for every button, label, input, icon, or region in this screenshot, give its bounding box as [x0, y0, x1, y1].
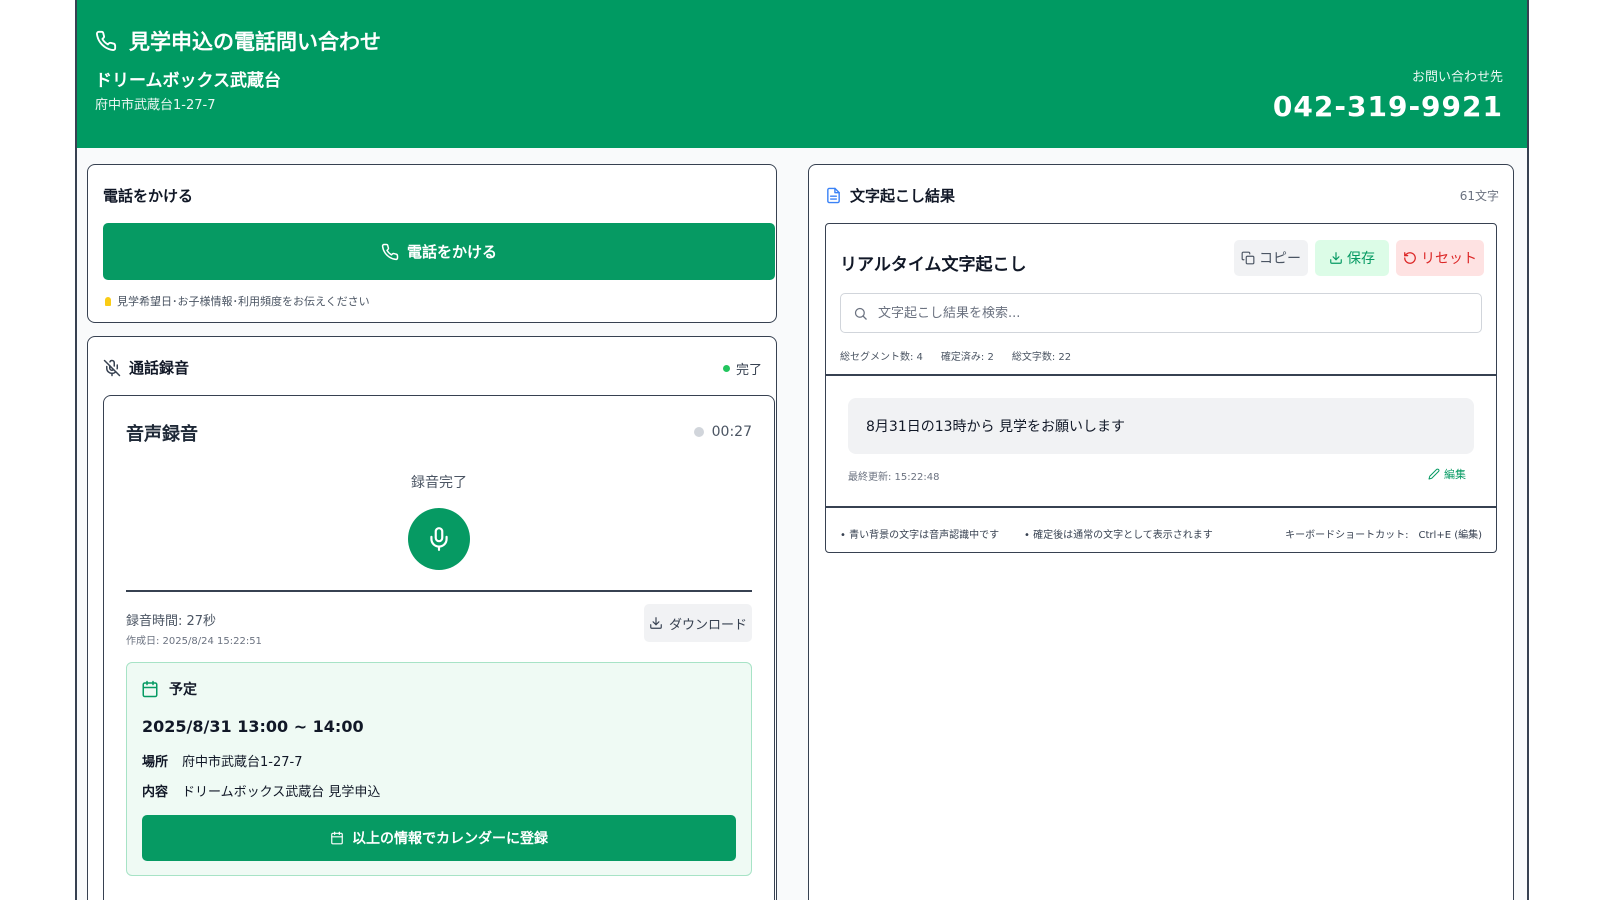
call-button-label: 電話をかける — [406, 243, 497, 261]
recording-duration: 録音時間: 27秒 — [126, 614, 217, 629]
pencil-icon — [1428, 468, 1440, 480]
register-calendar-button[interactable]: 以上の情報でカレンダーに登録 — [142, 815, 736, 861]
schedule-content-value: ドリームボックス武蔵台 見学申込 — [182, 785, 381, 800]
recording-timer-text: 00:27 — [711, 424, 752, 440]
search-icon — [854, 307, 867, 320]
schedule-heading-text: 予定 — [169, 682, 197, 698]
schedule-place-key: 場所 — [142, 755, 169, 770]
reset-button[interactable]: リセット — [1396, 240, 1484, 276]
header-title-row: 見学申込の電話問い合わせ — [95, 26, 381, 56]
download-icon — [650, 617, 662, 629]
recording-divider — [126, 590, 752, 592]
recording-status-text: 完了 — [735, 363, 762, 378]
audio-recording-panel: 音声録音 00:27 録音完了 録音時間: 27秒 作成日: 2025/8/24… — [103, 395, 775, 900]
call-card-title: 電話をかける — [103, 187, 194, 205]
mic-icon — [430, 527, 448, 551]
schedule-content-row: 内容 ドリームボックス武蔵台 見学申込 — [142, 781, 380, 800]
save-label: 保存 — [1347, 251, 1375, 267]
facility-name: ドリームボックス武蔵台 — [95, 71, 281, 91]
edit-label: 編集 — [1444, 468, 1466, 481]
schedule-panel: 予定 2025/8/31 13:00 ~ 14:00 場所 府中市武蔵台1-27… — [126, 662, 752, 876]
contact-phone: 042-319-9921 — [1272, 90, 1503, 123]
download-icon — [1330, 252, 1342, 264]
recording-timer: 00:27 — [693, 424, 752, 440]
search-input[interactable] — [878, 305, 1481, 321]
transcript-divider-top — [826, 374, 1496, 376]
app-frame: 見学申込の電話問い合わせ ドリームボックス武蔵台 府中市武蔵台1-27-7 お問… — [75, 0, 1529, 900]
recording-card-title: 通話録音 — [103, 357, 189, 378]
transcript-divider-bottom — [826, 506, 1496, 508]
copy-label: コピー — [1259, 251, 1301, 267]
schedule-datetime: 2025/8/31 13:00 ~ 14:00 — [142, 717, 364, 736]
realtime-transcript-title: リアルタイム文字起こし — [840, 255, 1027, 275]
download-button[interactable]: ダウンロード — [644, 604, 752, 642]
transcript-card: 文字起こし結果 61文字 リアルタイム文字起こし コピー 保存 リセット 総 — [808, 164, 1514, 900]
segment-edit-button[interactable]: 編集 — [1428, 466, 1466, 482]
copy-icon — [1241, 251, 1255, 265]
header: 見学申込の電話問い合わせ ドリームボックス武蔵台 府中市武蔵台1-27-7 お問… — [77, 0, 1527, 148]
calendar-icon — [142, 680, 158, 698]
recording-status: 完了 — [722, 359, 762, 378]
transcript-stats: 総セグメント数: 4 確定済み: 2 総文字数: 22 — [840, 348, 1071, 363]
phone-icon — [381, 243, 399, 260]
audio-recording-title: 音声録音 — [126, 424, 198, 445]
facility-address: 府中市武蔵台1-27-7 — [95, 98, 216, 113]
recording-created: 作成日: 2025/8/24 15:22:51 — [126, 636, 262, 647]
transcript-title-text: 文字起こし結果 — [850, 187, 956, 205]
schedule-content-key: 内容 — [142, 785, 169, 800]
stat-chars: 総文字数: 22 — [1011, 352, 1072, 363]
calendar-icon — [331, 831, 343, 845]
char-count: 61文字 — [1459, 189, 1499, 203]
schedule-heading: 予定 — [141, 679, 197, 699]
recording-title-text: 通話録音 — [129, 359, 190, 377]
reset-label: リセット — [1421, 251, 1477, 267]
stat-segments: 総セグメント数: 4 — [840, 352, 923, 363]
recording-card: 通話録音 完了 音声録音 00:27 録音完了 録音時間: 27秒 作成日: 2… — [87, 336, 777, 900]
realtime-transcript-panel: リアルタイム文字起こし コピー 保存 リセット 総セグメント数: 4 確定済み:… — [825, 223, 1497, 553]
reset-icon — [1404, 252, 1416, 264]
timer-dot — [693, 427, 704, 437]
segment-text: 8月31日の13時から 見学をお願いします — [866, 419, 1125, 435]
call-card: 電話をかける 電話をかける 見学希望日･お子様情報･利用頻度をお伝えください — [87, 164, 777, 323]
document-icon — [827, 187, 840, 204]
schedule-place-value: 府中市武蔵台1-27-7 — [182, 755, 303, 770]
download-label: ダウンロード — [668, 617, 747, 633]
mic-button[interactable] — [408, 508, 470, 570]
status-dot — [722, 365, 730, 372]
note-recognizing: • 青い背景の文字は音声認識中です — [840, 530, 1000, 541]
call-hint-text: 見学希望日･お子様情報･利用頻度をお伝えください — [117, 295, 370, 308]
phone-icon — [96, 30, 117, 51]
register-calendar-label: 以上の情報でカレンダーに登録 — [352, 831, 548, 847]
recording-state: 録音完了 — [411, 475, 467, 491]
note-confirmed: • 確定後は通常の文字として表示されます — [1024, 530, 1213, 541]
segment-last-updated: 最終更新: 15:22:48 — [848, 472, 940, 483]
page-title: 見学申込の電話問い合わせ — [129, 30, 381, 54]
transcript-search[interactable] — [840, 293, 1482, 333]
keyboard-shortcut: キーボードショートカット: Ctrl+E (編集) — [1285, 530, 1482, 541]
lightbulb-icon — [105, 296, 111, 306]
transcript-segment[interactable]: 8月31日の13時から 見学をお願いします — [848, 398, 1474, 454]
contact-label: お問い合わせ先 — [1411, 70, 1503, 85]
call-hint: 見学希望日･お子様情報･利用頻度をお伝えください — [105, 293, 370, 309]
stat-confirmed: 確定済み: 2 — [940, 352, 994, 363]
transcript-card-title: 文字起こし結果 — [825, 185, 955, 206]
call-button[interactable]: 電話をかける — [103, 223, 775, 280]
save-button[interactable]: 保存 — [1315, 240, 1389, 276]
copy-button[interactable]: コピー — [1234, 240, 1308, 276]
mic-off-icon — [103, 359, 121, 376]
schedule-place-row: 場所 府中市武蔵台1-27-7 — [142, 751, 302, 770]
